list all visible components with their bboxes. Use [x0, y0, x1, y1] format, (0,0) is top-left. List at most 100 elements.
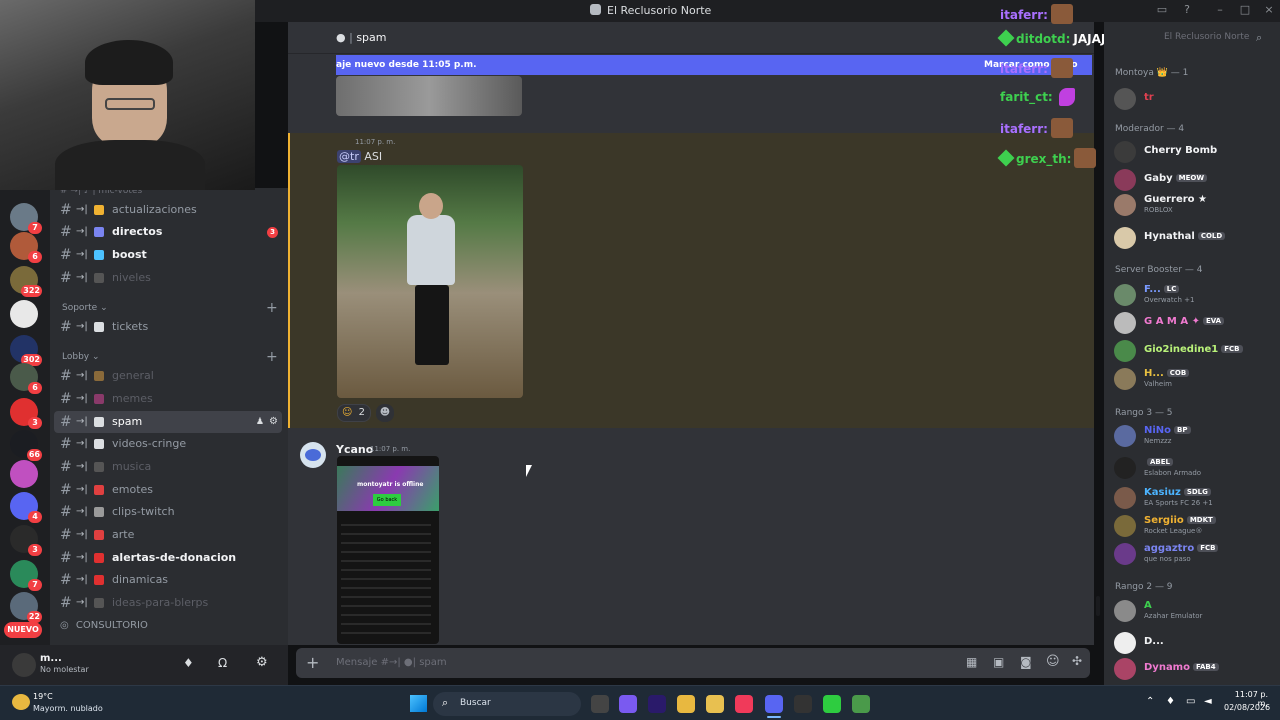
server-icon[interactable]: 22 — [10, 592, 42, 623]
channel-item-memes[interactable]: # →| memes — [54, 388, 282, 410]
server-icon[interactable]: 302 — [10, 335, 42, 366]
apps-icon[interactable]: ✣ — [1072, 654, 1082, 668]
user-mention[interactable]: @tr — [337, 150, 361, 163]
windows-start-icon[interactable] — [410, 695, 427, 712]
server-icon[interactable]: 7 — [10, 560, 42, 591]
member-item[interactable]: F... LC Overwatch +1 — [1114, 282, 1276, 308]
settings-gear-icon[interactable]: ⚙ — [269, 411, 278, 433]
inbox-icon[interactable]: ▭ — [1155, 3, 1169, 17]
close-button[interactable]: × — [1262, 3, 1276, 17]
member-item[interactable]: ABEL Eslabon Armado — [1114, 455, 1276, 481]
message-screenshot[interactable]: montoyatr is offline Go back — [337, 456, 439, 644]
member-item[interactable]: Gio2inedine1 FCB — [1114, 338, 1276, 364]
server-icon[interactable]: 6 — [10, 363, 42, 394]
channel-item-niveles[interactable]: # →| niveles — [54, 267, 282, 289]
avatar[interactable] — [12, 653, 36, 677]
server-icon[interactable] — [10, 460, 38, 488]
message-input[interactable]: Mensaje #→| ●| spam — [336, 657, 447, 668]
member-item[interactable]: Gaby MEOW — [1114, 167, 1276, 193]
channel-item-alertas-de-donacion[interactable]: # →| alertas-de-donacion — [54, 547, 282, 569]
add-channel-icon[interactable]: + — [266, 349, 278, 365]
channel-item-general[interactable]: # →| general — [54, 365, 282, 387]
message-photo[interactable] — [337, 165, 523, 398]
message-composer[interactable]: + Mensaje #→| ●| spam ▦ ▣ ◙ ☺ ✣ — [296, 648, 1090, 678]
taskbar-search[interactable]: ⌕ Buscar — [433, 692, 581, 716]
copilot-icon[interactable] — [619, 695, 637, 713]
weather-icon[interactable] — [12, 694, 30, 710]
add-channel-icon[interactable]: + — [266, 300, 278, 316]
member-item[interactable]: H... COB Valheim — [1114, 366, 1276, 392]
sticker-icon[interactable]: ◙ — [1020, 655, 1032, 669]
chrome-icon[interactable] — [677, 695, 695, 713]
member-item[interactable]: A Azahar Emulator — [1114, 598, 1276, 624]
member-item[interactable]: tr — [1114, 86, 1276, 112]
member-item[interactable]: NiNo BP Nemzzz — [1114, 423, 1276, 449]
server-icon[interactable]: 3 — [10, 525, 42, 556]
emoji-icon[interactable]: ☺ — [1046, 654, 1060, 669]
channel-category[interactable]: Lobby ⌄ — [62, 352, 100, 362]
channel-item-arte[interactable]: # →| arte — [54, 524, 282, 546]
channel-item-tickets[interactable]: # →| tickets — [54, 316, 282, 338]
music-icon[interactable] — [735, 695, 753, 713]
member-item[interactable]: Hynathal COLD — [1114, 225, 1276, 251]
voice-channel[interactable]: ◎ CONSULTORIO — [60, 620, 148, 631]
channel-item-boost[interactable]: # →| boost — [54, 244, 282, 266]
help-icon[interactable]: ? — [1180, 3, 1194, 17]
channel-category[interactable]: Soporte ⌄ — [62, 303, 108, 313]
network-icon[interactable]: ▭ — [1186, 696, 1195, 707]
microphone-tray-icon[interactable]: ♦ — [1166, 696, 1175, 707]
server-icon[interactable]: 322 — [10, 266, 42, 297]
microphone-icon[interactable]: ♦ — [183, 656, 194, 670]
search-icon[interactable]: ⌕ — [1256, 31, 1262, 45]
server-icon[interactable] — [10, 300, 38, 328]
server-icon[interactable]: 3 — [10, 398, 42, 429]
premiere-icon[interactable] — [648, 695, 666, 713]
channel-item-emotes[interactable]: # →| emotes — [54, 479, 282, 501]
member-item[interactable]: G A M A ✦ EVA — [1114, 310, 1276, 336]
reaction-cat[interactable]: ☺ 2 — [337, 404, 371, 422]
server-icon[interactable]: 6 — [10, 232, 42, 263]
channel-item-spam[interactable]: # →| spam ⚙ ♟ — [54, 411, 282, 433]
previous-image[interactable] — [336, 76, 522, 116]
add-reaction-icon[interactable]: ☻ — [376, 404, 394, 422]
member-item[interactable]: Cherry Bomb — [1114, 139, 1276, 165]
member-item[interactable]: Kasiuz SDLG EA Sports FC 26 +1 — [1114, 485, 1276, 511]
volume-icon[interactable]: ◄ — [1204, 696, 1212, 707]
gear-icon[interactable]: ⚙ — [256, 655, 268, 670]
member-item[interactable]: aggaztro FCB que nos paso — [1114, 541, 1276, 567]
channel-item-actualizaciones[interactable]: # →| actualizaciones — [54, 199, 282, 221]
clock-date[interactable]: 02/08/2026 — [1224, 703, 1270, 712]
new-badge[interactable]: NUEVO — [4, 622, 42, 638]
gift-icon[interactable]: ▦ — [966, 655, 977, 669]
server-icon[interactable]: 7 — [10, 203, 42, 234]
maximize-button[interactable]: □ — [1238, 3, 1252, 17]
channel-item-dinamicas[interactable]: # →| dinamicas — [54, 569, 282, 591]
member-item[interactable]: Dynamo FAB4 — [1114, 656, 1276, 682]
chevron-up-icon[interactable]: ⌃ — [1146, 696, 1154, 707]
channel-item-ideas-para-blerps[interactable]: # →| ideas-para-blerps — [54, 592, 282, 614]
channel-item-videos-cringe[interactable]: # →| videos-cringe — [54, 433, 282, 455]
member-item[interactable]: D... — [1114, 630, 1276, 656]
browser-icon[interactable] — [852, 695, 870, 713]
server-icon[interactable]: 66 — [10, 430, 42, 461]
invite-user-icon[interactable]: ♟ — [256, 411, 264, 433]
gif-icon[interactable]: ▣ — [993, 655, 1004, 669]
channel-item-musica[interactable]: # →| musica — [54, 456, 282, 478]
weather-desc[interactable]: Mayorm. nublado — [33, 704, 103, 713]
member-item[interactable]: Guerrero ★ ROBLOX — [1114, 192, 1276, 218]
file-explorer-icon[interactable] — [706, 695, 724, 713]
weather-temp[interactable]: 19°C — [33, 692, 53, 701]
minimize-button[interactable]: – — [1213, 3, 1227, 17]
message-author[interactable]: Ycano — [336, 443, 373, 456]
channel-item-directos[interactable]: # →| directos 3 — [54, 221, 282, 243]
member-item[interactable]: Sergiio MDKT Rocket League® — [1114, 513, 1276, 539]
avatar[interactable] — [300, 442, 326, 468]
new-messages-bar[interactable]: aje nuevo desde 11:05 p.m. Marcar como l… — [336, 55, 1092, 75]
headphones-icon[interactable]: Ω — [218, 656, 227, 670]
attach-plus-icon[interactable]: + — [306, 653, 319, 672]
app-icon[interactable] — [794, 695, 812, 713]
server-icon[interactable]: 4 — [10, 492, 42, 523]
kick-icon[interactable] — [823, 695, 841, 713]
discord-icon[interactable] — [765, 695, 783, 713]
task-view-icon[interactable] — [591, 695, 609, 713]
